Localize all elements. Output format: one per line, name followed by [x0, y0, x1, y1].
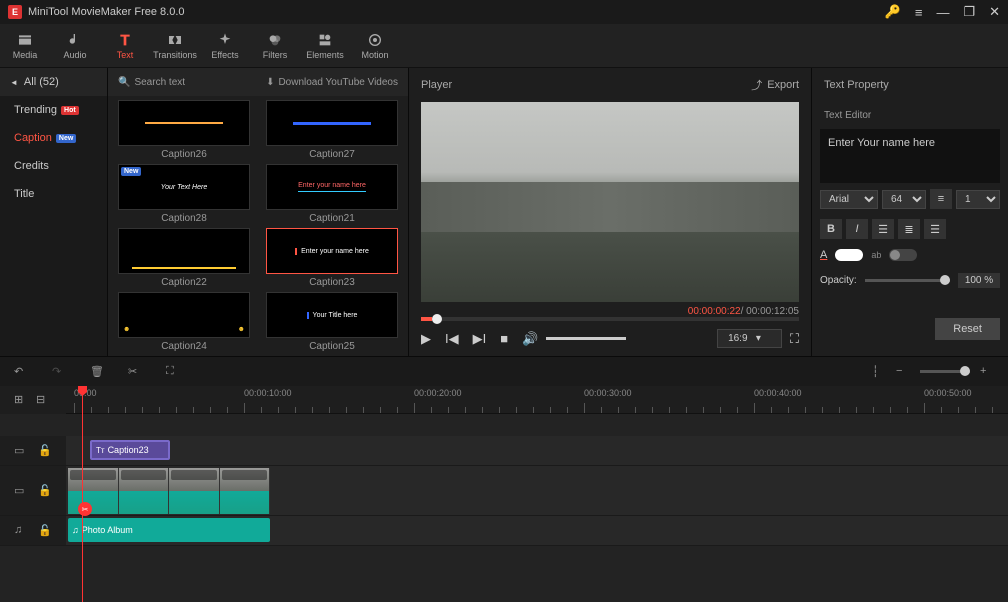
category-sidebar: All (52) TrendingHot CaptionNew Credits …	[0, 68, 108, 356]
highlight-label: ab	[871, 250, 881, 260]
undo-button[interactable]: ↶	[14, 365, 28, 379]
sidebar-item-title[interactable]: Title	[0, 180, 107, 208]
align-center-button[interactable]: ≣	[898, 219, 920, 239]
tool-elements[interactable]: Elements	[300, 24, 350, 67]
next-frame-button[interactable]: ▶I	[473, 331, 487, 347]
tool-effects[interactable]: Effects	[200, 24, 250, 67]
text-property-title: Text Property	[824, 79, 889, 91]
text-track-icon[interactable]: ▭	[14, 444, 28, 458]
zoom-out-button[interactable]: −	[896, 365, 910, 379]
text-track-lock[interactable]: 🔓	[38, 444, 52, 458]
opacity-value: 100 %	[958, 273, 1000, 288]
caption-gallery: Caption26 Caption27 Your Text HereNewCap…	[108, 96, 408, 356]
marker-button[interactable]: ┆	[872, 365, 886, 379]
playhead[interactable]	[82, 386, 83, 602]
stop-button[interactable]: ■	[500, 331, 508, 346]
time-total: / 00:00:12:05	[741, 306, 799, 317]
timeline-collapse-icon[interactable]: ⊟	[36, 393, 50, 407]
text-editor-input[interactable]: Enter Your name here	[820, 129, 1000, 183]
split-button[interactable]: ✂	[128, 365, 142, 379]
line-spacing-icon[interactable]: ≡	[930, 189, 952, 209]
tool-text[interactable]: Text	[100, 24, 150, 67]
sidebar-item-trending[interactable]: TrendingHot	[0, 96, 107, 124]
zoom-slider[interactable]	[920, 370, 970, 373]
prev-frame-button[interactable]: I◀	[445, 331, 459, 347]
menu-icon[interactable]: ≡	[915, 5, 923, 20]
timeline: ✂ ⊞ ⊟ 00:0000:00:10:0000:00:20:0000:00:3…	[0, 386, 1008, 602]
font-color-swatch[interactable]	[835, 249, 863, 261]
player-progress[interactable]	[421, 317, 799, 321]
thumb-caption21[interactable]: Enter your name here	[266, 164, 398, 210]
volume-slider[interactable]	[546, 337, 626, 340]
play-button[interactable]: ▶	[421, 331, 431, 347]
tool-audio[interactable]: Audio	[50, 24, 100, 67]
video-track-lock[interactable]: 🔓	[38, 484, 52, 498]
search-text[interactable]: 🔍 Search text	[118, 77, 185, 88]
audio-track-lock[interactable]: 🔓	[38, 524, 52, 538]
volume-icon[interactable]: 🔊	[522, 331, 538, 347]
font-select[interactable]: Arial	[820, 190, 878, 209]
time-current: 00:00:00:22	[688, 306, 741, 317]
highlight-toggle[interactable]	[889, 249, 917, 261]
text-editor-label: Text Editor	[812, 102, 1008, 129]
reset-button[interactable]: Reset	[935, 318, 1000, 340]
video-preview[interactable]	[421, 102, 799, 302]
thumb-caption24[interactable]: ☻☻	[118, 292, 250, 338]
font-color-icon[interactable]: A	[820, 249, 827, 261]
caption-clip[interactable]: TᴛCaption23	[90, 440, 170, 460]
timeline-toolbar: ↶ ↷ 🗑 ✂ ⛶ ┆ − +	[0, 356, 1008, 386]
titlebar: E MiniTool MovieMaker Free 8.0.0 🔑 ≡ — ❐…	[0, 0, 1008, 24]
video-track-icon[interactable]: ▭	[14, 484, 28, 498]
opacity-slider[interactable]	[865, 279, 950, 282]
minimize-button[interactable]: —	[936, 5, 949, 20]
align-right-button[interactable]: ☰	[924, 219, 946, 239]
export-button[interactable]: ⤴Export	[751, 77, 799, 93]
crop-button[interactable]: ⛶	[166, 365, 180, 379]
bold-button[interactable]: B	[820, 219, 842, 239]
audio-clip[interactable]: ♫Photo Album	[68, 518, 270, 542]
redo-button[interactable]: ↷	[52, 365, 66, 379]
audio-track-icon[interactable]: ♫	[14, 524, 28, 538]
tool-transitions[interactable]: Transitions	[150, 24, 200, 67]
thumb-caption25[interactable]: Your Title here	[266, 292, 398, 338]
video-clip[interactable]	[68, 468, 270, 514]
delete-button[interactable]: 🗑	[90, 365, 104, 379]
sidebar-item-caption[interactable]: CaptionNew	[0, 124, 107, 152]
main-toolbar: Media Audio Text Transitions Effects Fil…	[0, 24, 1008, 68]
timeline-add-icon[interactable]: ⊞	[14, 393, 28, 407]
audio-track: ♫ 🔓 ♫Photo Album	[0, 516, 1008, 546]
fullscreen-button[interactable]: ⛶	[790, 331, 799, 347]
thumb-caption28[interactable]: Your Text HereNew	[118, 164, 250, 210]
line-spacing-select[interactable]: 1	[956, 190, 1000, 209]
app-title: MiniTool MovieMaker Free 8.0.0	[28, 6, 185, 18]
app-logo: E	[8, 5, 22, 19]
thumb-caption22[interactable]	[118, 228, 250, 274]
time-ruler[interactable]: 00:0000:00:10:0000:00:20:0000:00:30:0000…	[66, 386, 1008, 414]
license-icon[interactable]: 🔑	[885, 4, 901, 20]
thumb-caption23[interactable]: Enter your name here	[266, 228, 398, 274]
text-track: ▭ 🔓 TᴛCaption23	[0, 436, 1008, 466]
sidebar-item-credits[interactable]: Credits	[0, 152, 107, 180]
close-button[interactable]: ✕	[989, 4, 1000, 20]
opacity-label: Opacity:	[820, 275, 857, 286]
tool-motion[interactable]: Motion	[350, 24, 400, 67]
video-track: ▭🔓	[0, 466, 1008, 516]
zoom-in-button[interactable]: +	[980, 365, 994, 379]
italic-button[interactable]: I	[846, 219, 868, 239]
thumb-caption26[interactable]	[118, 100, 250, 146]
sidebar-back[interactable]: All (52)	[0, 68, 107, 96]
player-title: Player	[421, 79, 452, 91]
tool-filters[interactable]: Filters	[250, 24, 300, 67]
thumb-caption27[interactable]	[266, 100, 398, 146]
font-size-select[interactable]: 64	[882, 190, 926, 209]
aspect-ratio-select[interactable]: 16:9 ▾	[717, 329, 782, 348]
split-marker[interactable]: ✂	[78, 502, 92, 516]
tool-media[interactable]: Media	[0, 24, 50, 67]
maximize-button[interactable]: ❐	[963, 4, 975, 20]
align-left-button[interactable]: ☰	[872, 219, 894, 239]
download-youtube[interactable]: ⬇ Download YouTube Videos	[266, 77, 398, 88]
